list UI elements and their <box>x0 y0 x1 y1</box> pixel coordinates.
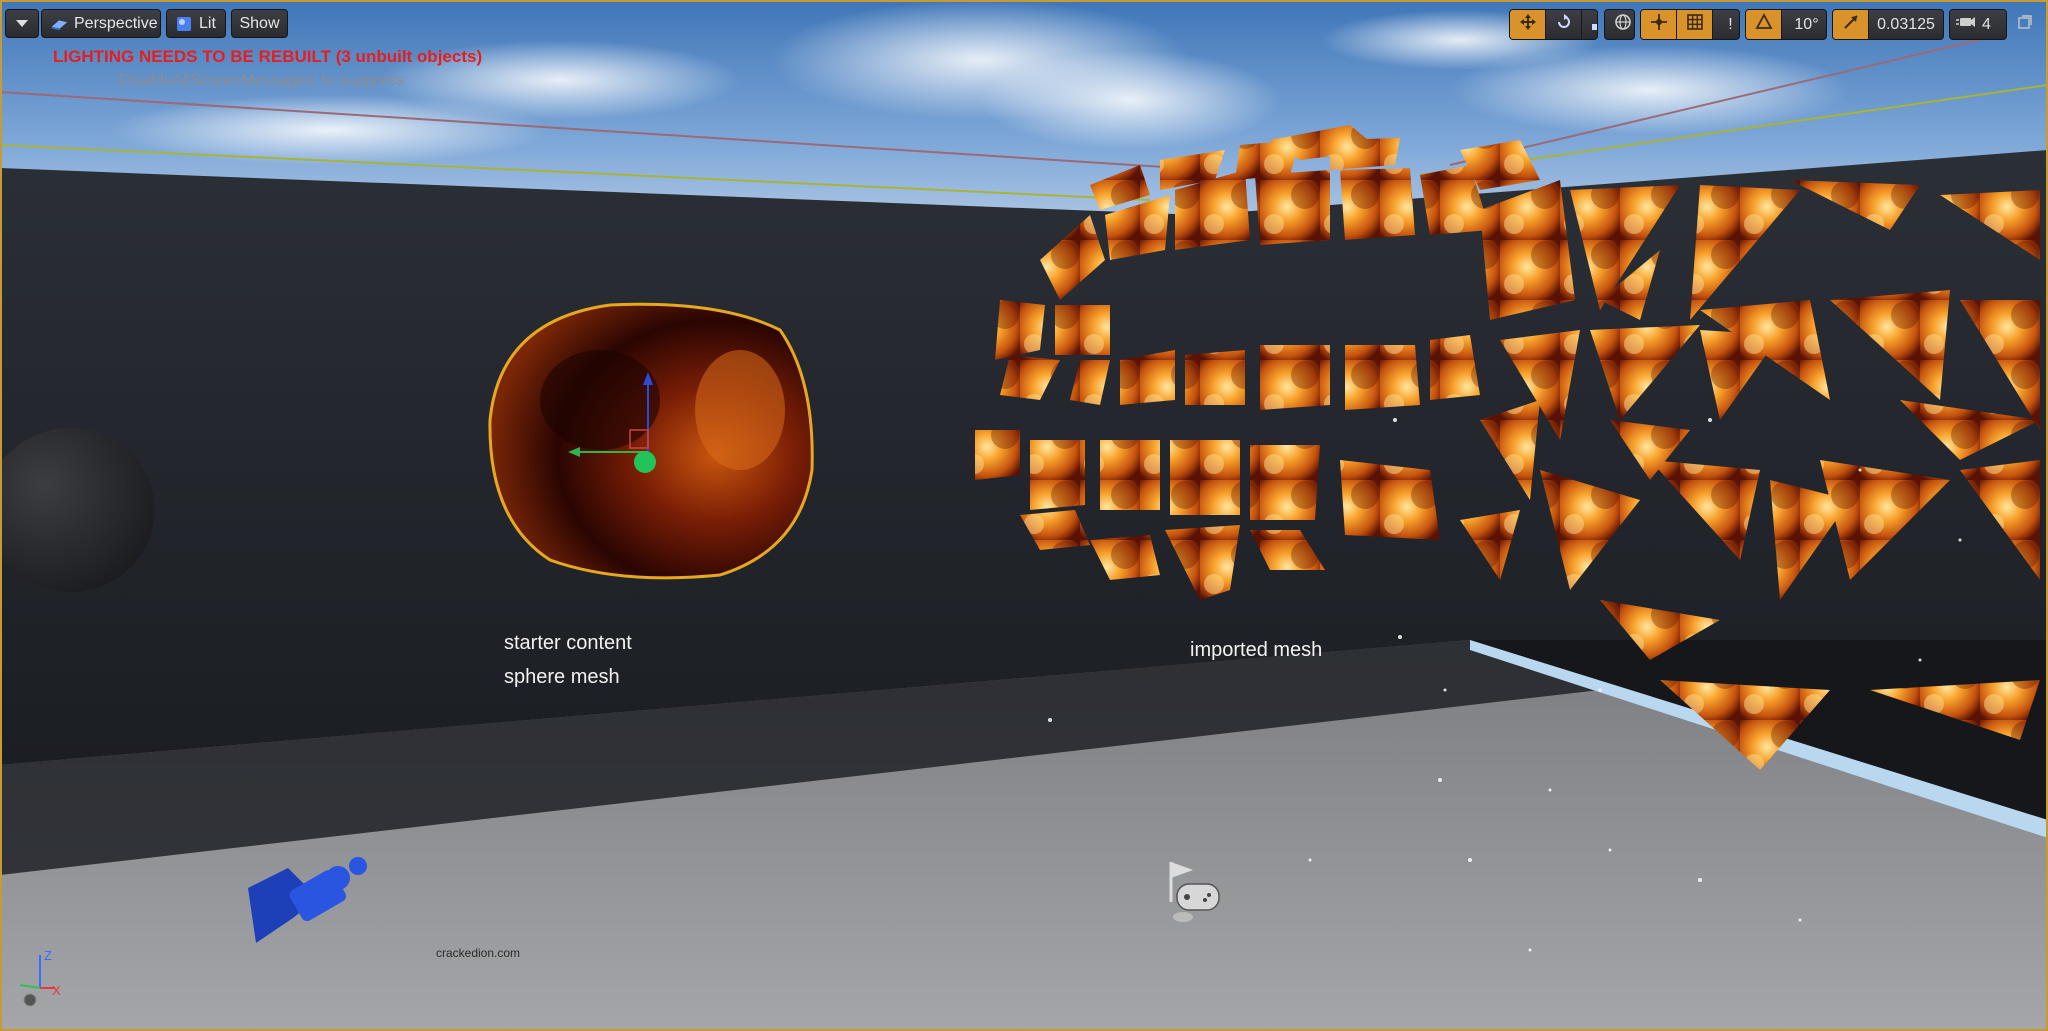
show-flags-button[interactable]: Show <box>231 9 288 38</box>
sphere-label: starter content sphere mesh <box>504 626 632 694</box>
viewport-options-button[interactable] <box>5 9 39 38</box>
scene-render <box>0 0 2048 1031</box>
grid-snap-group: ! <box>1640 9 1740 40</box>
surface-snap-icon <box>1650 13 1668 36</box>
axis-z-label: Z <box>44 948 52 963</box>
imported-mesh-label: imported mesh <box>1190 639 1323 661</box>
maximize-viewport-button[interactable] <box>2016 14 2034 34</box>
rotation-snap-value[interactable]: 10° <box>1782 10 1826 39</box>
rotation-snap-icon <box>1754 13 1773 36</box>
camera-speed-button[interactable]: 4 <box>1950 10 1997 39</box>
transform-tools <box>1509 9 1598 40</box>
rotation-snap-group: 10° <box>1745 9 1827 40</box>
lighting-rebuild-warning: LIGHTING NEEDS TO BE REBUILT (3 unbuilt … <box>53 47 483 66</box>
scale-tool[interactable] <box>1582 10 1597 39</box>
view-mode-lit-button[interactable]: Lit <box>166 9 226 38</box>
grid-snap-icon <box>1686 13 1704 36</box>
rotate-tool[interactable] <box>1546 10 1582 39</box>
sphere-label-line2: sphere mesh <box>504 666 620 688</box>
coordinate-space-button[interactable] <box>1605 10 1634 39</box>
translate-icon <box>1519 13 1537 36</box>
sphere-label-line1: starter content <box>504 632 632 654</box>
lit-sphere-icon <box>175 16 193 32</box>
rotation-snap-button[interactable] <box>1746 10 1782 39</box>
show-label: Show <box>239 14 280 32</box>
perspective-button[interactable]: Perspective <box>41 9 161 38</box>
maximize-icon <box>2018 14 2032 34</box>
surface-snap-button[interactable] <box>1641 10 1677 39</box>
scale-snap-button[interactable] <box>1833 10 1869 39</box>
axis-x-label: X <box>52 983 61 998</box>
scale-snap-group: 0.03125 <box>1832 9 1944 40</box>
suppress-hint: 'DisableAllScreenMessages' to suppress <box>116 72 405 89</box>
scale-icon <box>1591 13 1597 36</box>
lit-label: Lit <box>199 14 216 32</box>
level-viewport[interactable]: starter content sphere mesh imported mes… <box>0 0 2048 1031</box>
world-globe-icon <box>1614 13 1632 36</box>
scale-snap-icon <box>1842 13 1860 36</box>
rotate-icon <box>1555 13 1573 36</box>
camera-speed-value: 4 <box>1982 15 1991 33</box>
chevron-down-icon <box>13 16 31 32</box>
coordinate-space-group <box>1604 9 1635 40</box>
perspective-cube-icon <box>50 16 68 32</box>
watermark: crackedion.com <box>436 946 521 960</box>
scale-snap-value[interactable]: 0.03125 <box>1869 10 1943 39</box>
perspective-label: Perspective <box>74 14 158 32</box>
translate-tool[interactable] <box>1510 10 1546 39</box>
camera-speed-icon <box>1956 14 1976 35</box>
camera-speed-group: 4 <box>1949 9 2007 40</box>
grid-snap-button[interactable] <box>1677 10 1713 39</box>
grid-snap-value[interactable]: ! <box>1713 10 1739 39</box>
